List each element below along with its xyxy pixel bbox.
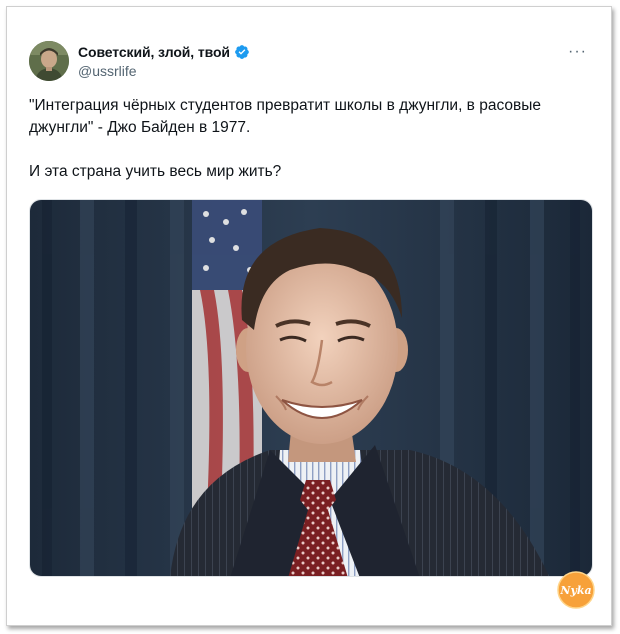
tweet-text: "Интеграция чёрных студентов превратит ш…: [29, 97, 541, 180]
verified-badge-icon: [234, 44, 249, 59]
tweet-header: Советский, злой, твой @ussrlife: [29, 37, 250, 85]
tweet-photo[interactable]: [29, 199, 593, 577]
avatar[interactable]: [29, 41, 69, 81]
watermark-text: Nyka: [559, 584, 591, 597]
more-options-icon[interactable]: ···: [568, 43, 587, 61]
photo-man-smiling: [30, 200, 592, 576]
author-handle[interactable]: @ussrlife: [78, 63, 250, 79]
avatar-image: [29, 41, 69, 81]
author-name[interactable]: Советский, злой, твой: [78, 44, 230, 60]
author-block: Советский, злой, твой @ussrlife: [78, 44, 250, 79]
nyka-logo-watermark: Nyka: [557, 571, 595, 609]
tweet-card: Советский, злой, твой @ussrlife ··· "Инт…: [6, 6, 612, 626]
